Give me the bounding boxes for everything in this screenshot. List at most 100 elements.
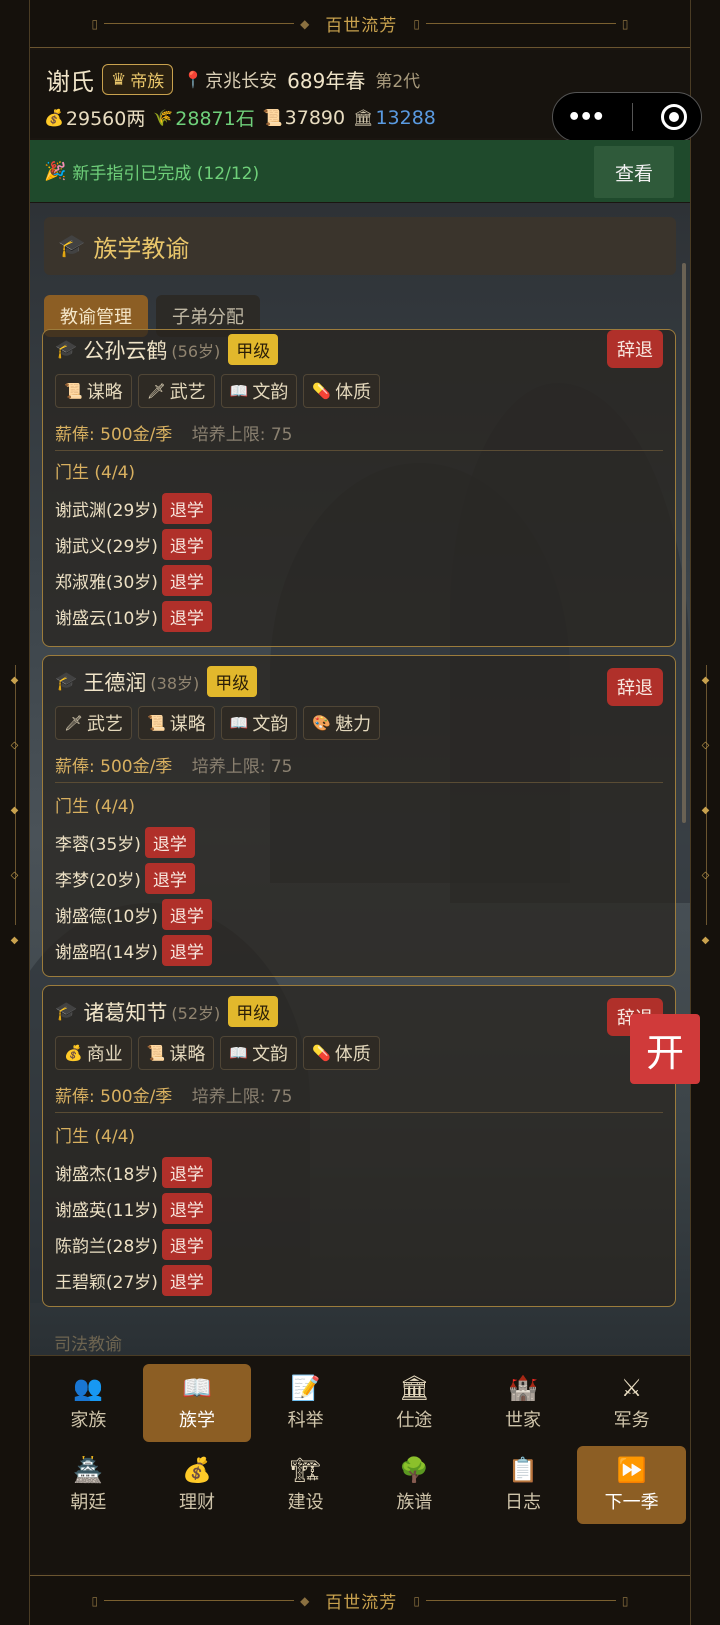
resource-value: 37890 (284, 106, 346, 129)
diamond-icon: ◆ (701, 935, 710, 946)
diamond-icon: ◇ (701, 740, 710, 751)
money-bag-icon: 💰 (64, 1044, 83, 1062)
capsule-divider (631, 103, 633, 131)
money-bag-icon: 💰 (182, 1456, 212, 1484)
castle-icon: 🏰 (508, 1374, 538, 1402)
skill-tag: 🗡 武艺 (137, 374, 215, 408)
floating-open-button[interactable]: 开 (630, 1014, 700, 1084)
scroll-icon: 📜 (146, 1044, 166, 1062)
left-frame: ◆ ◇ ◆ ◇ ◆ (0, 0, 30, 1625)
nav-item-construction[interactable]: 🏗 建设 (251, 1446, 360, 1524)
pin-icon: 📍 (183, 70, 204, 89)
withdraw-button[interactable]: 退学 (161, 600, 212, 632)
nav-item-clans[interactable]: 🏰 世家 (469, 1364, 578, 1442)
nav-item-finance[interactable]: 💰 理财 (143, 1446, 252, 1524)
withdraw-button[interactable]: 退学 (144, 862, 195, 894)
card-divider (55, 1112, 663, 1113)
teacher-header: 🎓 王德润 (38岁) 甲级 (55, 666, 258, 697)
view-guide-button[interactable]: 查看 (594, 146, 674, 198)
withdraw-button[interactable]: 退学 (161, 1156, 212, 1188)
nav-item-school[interactable]: 📖 族学 (142, 1364, 252, 1442)
location-label: 京兆长安 (205, 70, 278, 92)
pupil-item: 谢盛昭(14岁) 退学 (55, 932, 212, 968)
banner-line (104, 1600, 295, 1601)
pupil-item: 谢武渊(29岁) 退学 (55, 490, 212, 526)
resource-value: 29560两 (65, 108, 146, 130)
tree-icon: 🌳 (399, 1456, 430, 1484)
skill-tag: 🗡 武艺 (55, 706, 133, 740)
teacher-grade-badge: 甲级 (228, 334, 279, 365)
pill-icon: 💊 (312, 1044, 331, 1062)
withdraw-button[interactable]: 退学 (161, 1264, 212, 1296)
pupil-name: 谢盛德(10岁) (55, 906, 158, 927)
skill-tag: 📖 文韵 (220, 706, 298, 740)
pupil-name: 谢武渊(29岁) (55, 500, 158, 521)
more-menu-icon[interactable]: ••• (567, 105, 605, 130)
skill-label: 武艺 (87, 714, 124, 735)
nav-label: 世家 (504, 1410, 541, 1431)
teacher-card: 🎓 公孙云鹤 (56岁) 甲级 辞退 📜 谋略 🗡 武艺 📖 文韵 💊 体质 薪俸: 5… (42, 329, 676, 647)
withdraw-button[interactable]: 退学 (161, 492, 212, 524)
section-title: 族学教谕 (93, 234, 190, 263)
withdraw-button[interactable]: 退学 (161, 898, 212, 930)
withdraw-button[interactable]: 退学 (161, 564, 212, 596)
nav-item-career[interactable]: 🏛 仕途 (360, 1364, 469, 1442)
close-target-icon[interactable] (660, 104, 687, 130)
dismiss-button[interactable]: 辞退 (607, 330, 663, 368)
scroll-icon: 📜 (262, 108, 283, 127)
teacher-grade-badge: 甲级 (207, 666, 258, 697)
graduation-cap-icon: 🎓 (58, 233, 86, 259)
sword-icon: 🗡 (146, 382, 166, 400)
banner-title: 百世流芳 (325, 1593, 398, 1613)
teacher-age: (56岁) (171, 341, 221, 361)
teacher-grade-badge: 甲级 (228, 996, 279, 1027)
sword-icon: 🗡 (64, 714, 84, 732)
teacher-header: 🎓 公孙云鹤 (56岁) 甲级 (55, 334, 279, 365)
withdraw-button[interactable]: 退学 (161, 528, 212, 560)
pupil-item: 王碧颖(27岁) 退学 (55, 1262, 212, 1298)
next-season-button[interactable]: ⏩ 下一季 (577, 1446, 686, 1524)
training-cap-text: 培养上限: 75 (191, 757, 293, 777)
resource-prestige: 🏛 13288 (353, 107, 436, 129)
book-icon: 📖 (229, 714, 249, 732)
nav-item-family[interactable]: 👥 家族 (34, 1364, 143, 1442)
nav-item-genealogy[interactable]: 🌳 族谱 (360, 1446, 469, 1524)
nav-item-log[interactable]: 📋 日志 (469, 1446, 578, 1524)
training-cap-text: 培养上限: 75 (191, 1087, 293, 1107)
diamond-icon: ◇ (701, 870, 710, 881)
nav-label: 科举 (287, 1410, 324, 1431)
nav-label: 军务 (613, 1410, 650, 1431)
guide-bar: 🎉 新手指引已完成 (12/12) 查看 (30, 140, 690, 202)
pupil-name: 谢盛昭(14岁) (55, 942, 158, 963)
withdraw-button[interactable]: 退学 (161, 1228, 212, 1260)
banner-ornament-icon: ▯ (91, 16, 99, 31)
resource-value: 13288 (375, 106, 436, 129)
skill-label: 谋略 (86, 382, 123, 403)
scrollbar[interactable] (682, 263, 686, 823)
teacher-name: 诸葛知节 (83, 1000, 168, 1025)
guide-status-text: 新手指引已完成 (12/12) (72, 163, 260, 184)
salary-text: 薪俸: 500金/季 (55, 425, 173, 445)
nav-item-court[interactable]: 🏯 朝廷 (34, 1446, 143, 1524)
card-divider (55, 450, 663, 451)
money-bag-icon: 💰 (44, 108, 64, 127)
resource-row: 💰 29560两 🌾 28871石 📜 37890 🏛 13288 (44, 104, 436, 131)
skill-tag: 📜 谋略 (138, 706, 215, 740)
withdraw-button[interactable]: 退学 (161, 1192, 212, 1224)
salary-text: 薪俸: 500金/季 (55, 1087, 173, 1107)
pupil-list: 谢武渊(29岁) 退学 谢武义(29岁) 退学 郑淑雅(30岁) 退学 谢盛云(10岁… (55, 490, 212, 634)
crown-icon: ♛ (111, 69, 127, 90)
banner-ornament-icon: ◆ (300, 16, 310, 31)
banner-ornament-icon: ◆ (300, 1593, 310, 1608)
nav-item-military[interactable]: ⚔ 军务 (577, 1364, 686, 1442)
nav-label: 下一季 (604, 1492, 659, 1513)
book-icon: 📖 (182, 1374, 212, 1402)
skill-tag: 📜 谋略 (137, 1036, 215, 1070)
skill-tag: 💊 体质 (303, 1036, 380, 1070)
skill-tag: 📖 文韵 (220, 1036, 298, 1070)
diamond-icon: ◆ (701, 805, 710, 816)
dismiss-button[interactable]: 辞退 (607, 668, 663, 706)
withdraw-button[interactable]: 退学 (144, 826, 195, 858)
withdraw-button[interactable]: 退学 (161, 934, 212, 966)
nav-item-exam[interactable]: 📝 科举 (251, 1364, 360, 1442)
